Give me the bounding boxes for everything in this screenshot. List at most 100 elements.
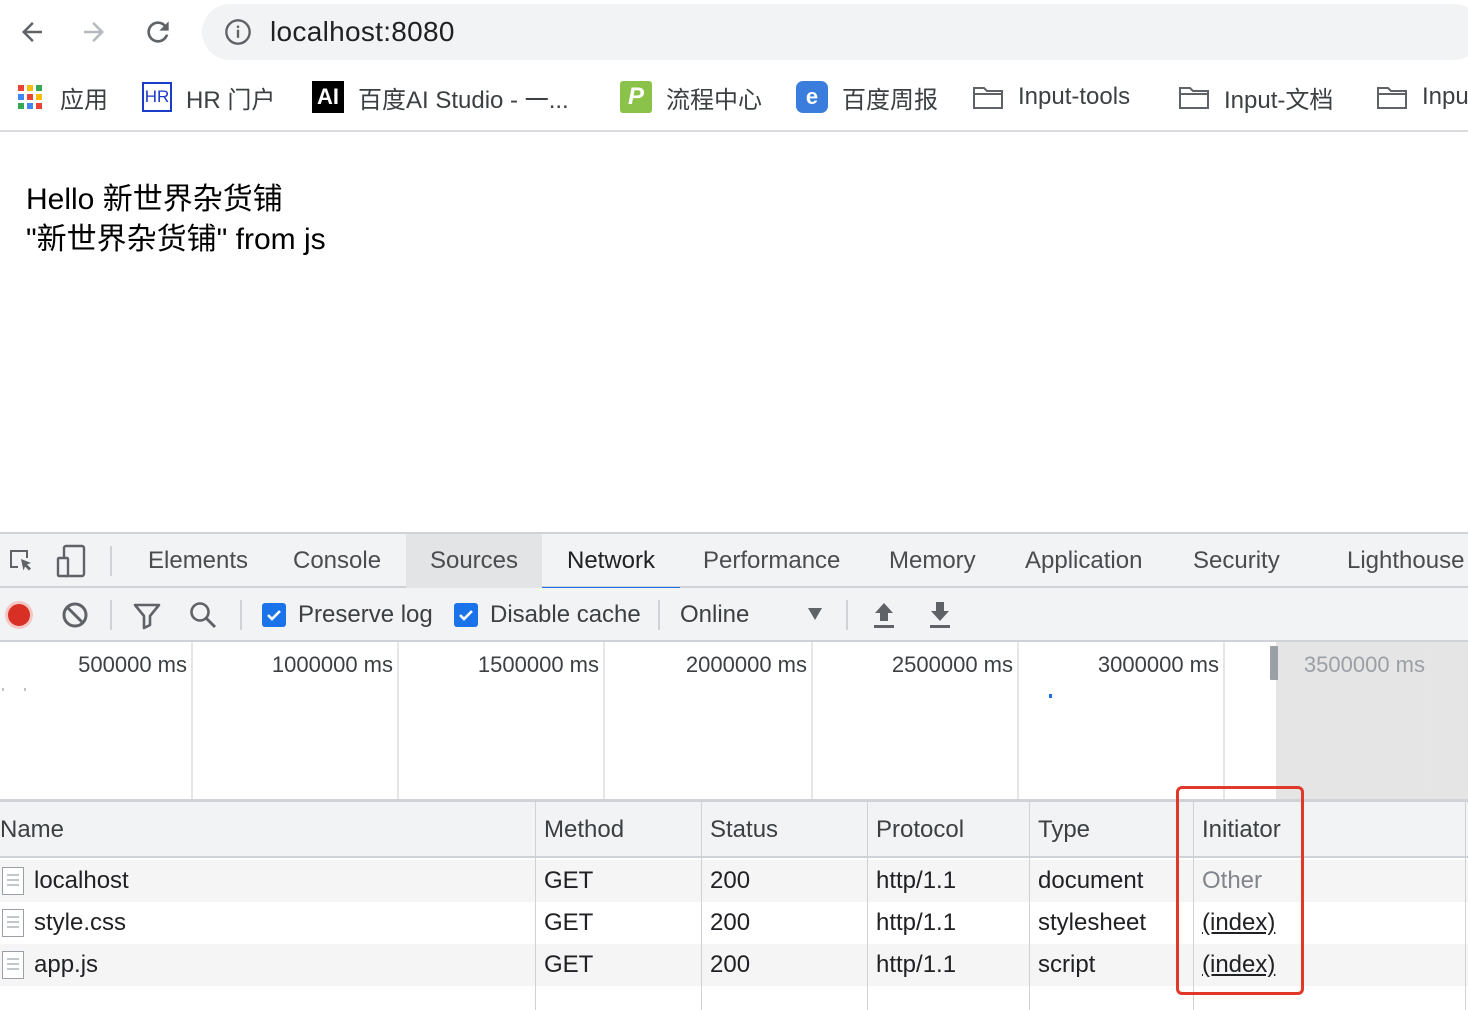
clear-icon [62, 602, 88, 628]
tab-network[interactable]: Network [542, 534, 680, 590]
device-toolbar-icon[interactable] [54, 544, 88, 578]
overview-tick-label: 2500000 ms [891, 652, 1013, 677]
column-divider[interactable] [1029, 802, 1030, 1010]
reload-button[interactable] [138, 12, 178, 52]
throttling-select[interactable]: Online [680, 598, 826, 632]
column-divider[interactable] [701, 802, 702, 1010]
request-marker [24, 688, 26, 691]
page-js-text: "新世界杂货铺" from js [26, 223, 326, 256]
tab-console[interactable]: Console [293, 534, 381, 588]
bookmark-label: 百度周报 [842, 86, 938, 114]
cell-name: app.js [34, 951, 99, 978]
bookmark-label: 应用 [60, 86, 108, 114]
tab-performance[interactable]: Performance [703, 534, 840, 588]
divider [846, 600, 848, 630]
cell-name: style.css [34, 909, 127, 936]
download-icon [930, 602, 950, 628]
preserve-log-label: Preserve log [298, 601, 433, 628]
record-button[interactable] [4, 598, 34, 632]
upload-icon [874, 603, 894, 628]
disable-cache-label: Disable cache [490, 601, 641, 628]
tab-elements[interactable]: Elements [148, 534, 248, 588]
bookmark-label: 百度AI Studio - 一... [358, 86, 569, 114]
column-header-type[interactable]: Type [1038, 802, 1090, 858]
search-icon [190, 602, 217, 629]
overview-tick-label: 3500000 ms [1303, 652, 1425, 677]
divider [658, 600, 660, 630]
checkbox-checked-icon [262, 603, 286, 627]
column-header-method[interactable]: Method [544, 802, 624, 858]
inspect-element-icon[interactable] [4, 544, 38, 578]
column-header-name[interactable]: Name [0, 802, 64, 858]
forward-button[interactable] [74, 12, 114, 52]
bookmark-apps[interactable]: 应用 [14, 80, 108, 114]
divider [110, 600, 112, 630]
folder-icon [972, 81, 1004, 113]
disable-cache-checkbox[interactable]: Disable cache [454, 598, 641, 632]
tab-application[interactable]: Application [1025, 534, 1142, 588]
ai-logo-icon: AI [312, 81, 344, 113]
document-file-icon [2, 909, 24, 937]
bookmark-process[interactable]: P 流程中心 [620, 80, 762, 114]
e-logo-icon: e [796, 81, 828, 113]
divider [110, 546, 112, 576]
request-marker [2, 688, 4, 691]
folder-icon [1178, 81, 1210, 113]
export-har-button[interactable] [926, 598, 954, 632]
record-icon [5, 601, 33, 629]
bookmark-label: HR 门户 [186, 86, 276, 114]
preserve-log-checkbox[interactable]: Preserve log [262, 598, 433, 632]
back-button[interactable] [12, 12, 52, 52]
import-har-button[interactable] [870, 598, 898, 632]
browser-toolbar: localhost:8080 [0, 0, 1468, 66]
bookmark-ai-studio[interactable]: AI 百度AI Studio - 一... [312, 80, 569, 114]
column-header-status[interactable]: Status [710, 802, 778, 858]
overview-tick-label: 2000000 ms [685, 652, 807, 677]
bookmark-label: Input-tools [1018, 83, 1131, 110]
tab-lighthouse[interactable]: Lighthouse [1347, 534, 1464, 588]
column-header-protocol[interactable]: Protocol [876, 802, 964, 858]
p-logo-icon: P [620, 81, 652, 113]
cell-type: stylesheet [1038, 909, 1147, 936]
bookmark-label: Inpu [1422, 83, 1468, 110]
chevron-down-icon [808, 608, 822, 620]
bookmark-input-more[interactable]: Inpu [1376, 80, 1468, 114]
folder-icon [1376, 81, 1408, 113]
tab-sources[interactable]: Sources [406, 534, 542, 588]
bookmark-hr[interactable]: HR HR 门户 [142, 80, 275, 114]
cell-status: 200 [710, 909, 751, 936]
tab-memory[interactable]: Memory [889, 534, 976, 588]
omnibox[interactable]: localhost:8080 [202, 4, 1468, 60]
throttling-value: Online [680, 601, 750, 628]
page-hello-text: Hello 新世界杂货铺 [26, 183, 283, 216]
bookmark-weekly[interactable]: e 百度周报 [796, 80, 938, 114]
bookmarks-bar: 应用 HR HR 门户 AI 百度AI Studio - 一... P 流程中心… [0, 66, 1468, 132]
initiator-highlight-box [1176, 786, 1304, 995]
network-toolbar: Preserve log Disable cache Online [0, 588, 1468, 642]
cell-method: GET [544, 867, 594, 894]
column-divider[interactable] [535, 802, 536, 1010]
url-text[interactable]: localhost:8080 [270, 16, 455, 48]
overview-tick-label: 1000000 ms [271, 652, 393, 677]
apps-grid-icon [14, 81, 46, 113]
info-icon[interactable] [224, 18, 252, 51]
bookmark-label: 流程中心 [666, 86, 762, 114]
reload-icon [147, 21, 169, 43]
cell-type: document [1038, 867, 1144, 894]
bookmark-input-tools[interactable]: Input-tools [972, 80, 1130, 114]
bookmark-input-docs[interactable]: Input-文档 [1178, 80, 1333, 114]
tab-security[interactable]: Security [1193, 534, 1280, 588]
column-divider[interactable] [1465, 802, 1466, 1010]
column-divider[interactable] [867, 802, 868, 1010]
filter-icon [133, 603, 161, 630]
search-button[interactable] [188, 598, 218, 632]
cell-method: GET [544, 909, 594, 936]
cell-protocol: http/1.1 [876, 951, 957, 978]
hr-logo-icon: HR [142, 82, 172, 112]
clear-button[interactable] [60, 598, 90, 632]
filter-button[interactable] [132, 598, 162, 632]
network-overview-timeline[interactable]: 500000 ms 1000000 ms 1500000 ms 2000000 … [0, 642, 1468, 802]
divider [240, 600, 242, 630]
document-file-icon [2, 867, 24, 895]
page-viewport: Hello 新世界杂货铺 "新世界杂货铺" from js [0, 134, 1468, 532]
